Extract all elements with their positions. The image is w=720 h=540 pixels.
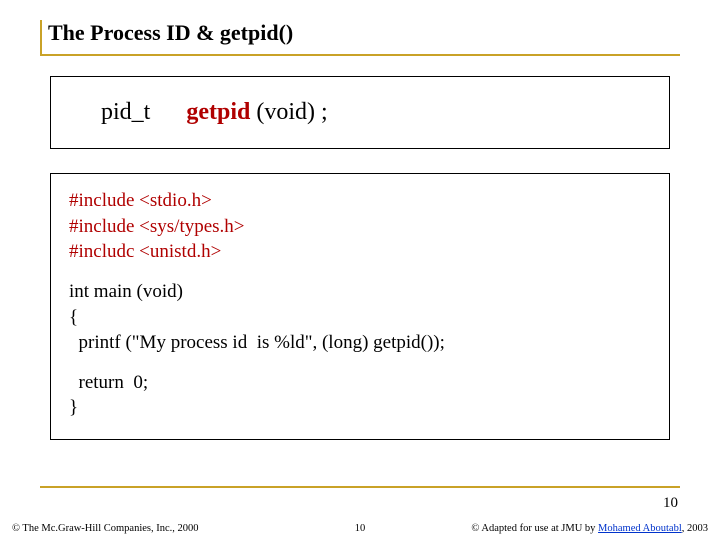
brace-close: } [69, 395, 651, 421]
author-link[interactable]: Mohamed Aboutabl [598, 523, 682, 534]
function-signature-box: pid_t getpid (void) ; [50, 76, 670, 149]
page-number-large: 10 [663, 495, 678, 512]
copyright-left: © The Mc.Graw-Hill Companies, Inc., 2000 [12, 523, 199, 534]
return-type: pid_t [101, 99, 150, 125]
function-signature: pid_t getpid (void) ; [101, 99, 619, 126]
brace-open: { [69, 305, 651, 331]
page-number-small: 10 [355, 523, 366, 534]
title-bar: The Process ID & getpid() [40, 20, 680, 56]
code-example-box: #include <stdio.h> #include <sys/types.h… [50, 173, 670, 440]
function-args: (void) ; [256, 99, 327, 125]
copyright-right: © Adapted for use at JMU by Mohamed Abou… [471, 523, 708, 534]
footer-rule [40, 486, 680, 488]
footer: © The Mc.Graw-Hill Companies, Inc., 2000… [0, 523, 720, 534]
include-line: #includc <unistd.h> [69, 239, 651, 265]
main-declaration: int main (void) [69, 279, 651, 305]
return-line: return 0; [69, 370, 651, 396]
slide-title: The Process ID & getpid() [48, 20, 680, 46]
include-line: #include <sys/types.h> [69, 214, 651, 240]
blank-line [69, 265, 651, 279]
adapted-suffix: , 2003 [682, 523, 708, 534]
adapted-prefix: © Adapted for use at JMU by [471, 523, 598, 534]
function-name: getpid [186, 99, 250, 125]
include-line: #include <stdio.h> [69, 188, 651, 214]
blank-line [69, 356, 651, 370]
printf-line: printf ("My process id is %ld", (long) g… [69, 330, 651, 356]
